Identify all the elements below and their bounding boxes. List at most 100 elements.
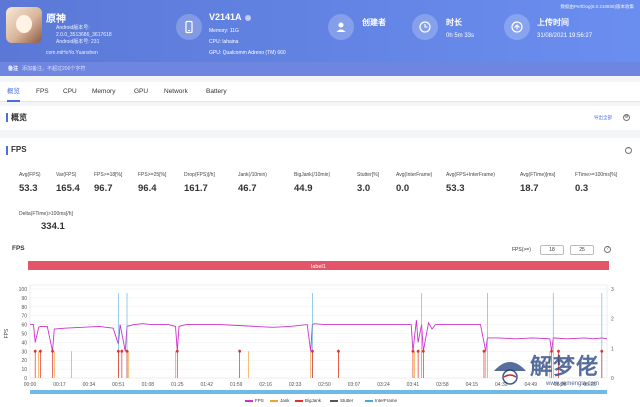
phone-icon: [176, 14, 202, 40]
metric-value: 44.9: [294, 183, 313, 194]
bigjank-point: [33, 349, 37, 353]
creator-label: 创建者: [362, 18, 386, 27]
metric-label: BigJank(/10min): [294, 172, 331, 178]
y-tick-label: 20: [21, 358, 27, 364]
x-tick-label: 04:15: [466, 382, 479, 388]
device-memory: Memory: 11G: [209, 28, 239, 34]
bigjank-point: [421, 349, 425, 353]
version-text: 数据由PerfDog(6.0.210836)版本收集: [560, 4, 634, 9]
legend-jank[interactable]: Jank: [270, 398, 290, 403]
section-marker: [6, 146, 8, 155]
x-tick-label: 00:00: [24, 382, 37, 388]
report-header: 原神 Android版本号: 2.0.0_3513686_3617618 And…: [0, 0, 640, 62]
info-icon[interactable]: [244, 14, 251, 21]
x-tick-label: 01:59: [230, 382, 243, 388]
game-info: Android版本号: 2.0.0_3513686_3617618 Androi…: [56, 25, 112, 46]
bigjank-point: [51, 349, 54, 353]
device-name-text: V2141A: [209, 12, 242, 22]
tab-cpu[interactable]: CPU: [63, 82, 77, 102]
legend-interframe[interactable]: InterFrame: [365, 398, 397, 403]
note-bar[interactable]: 备注 添加备注，不超过200个字符: [0, 62, 640, 76]
fps-section-title: FPS: [11, 145, 27, 154]
game-icon: [6, 7, 42, 43]
game-info-line: Android版本号: 231: [56, 39, 100, 45]
x-tick-label: 01:08: [142, 382, 155, 388]
device-gpu: GPU: Qualcomm Adreno (TM) 660: [209, 50, 286, 56]
x-tick-label: 00:34: [83, 382, 96, 388]
legend-bigjank[interactable]: BigJank: [295, 398, 321, 403]
y-tick-label: 10: [21, 367, 27, 373]
x-tick-label: 03:24: [377, 382, 390, 388]
legend-fps[interactable]: FPS: [245, 398, 264, 403]
legend-jank-label: Jank: [280, 398, 290, 403]
tab-bar: 概览 FPS CPU Memory GPU Network Battery: [0, 82, 640, 102]
collapse-icon[interactable]: ⌃: [625, 147, 632, 154]
y-tick-label: 30: [21, 349, 27, 355]
x-tick-label: 00:17: [53, 382, 66, 388]
watermark: 解梦佬 www.jiemengla.com: [494, 347, 636, 403]
x-tick-label: 02:16: [259, 382, 272, 388]
legend-fps-label: FPS: [255, 398, 264, 403]
note-placeholder[interactable]: 添加备注，不超过200个字符: [22, 66, 85, 72]
legend-interframe-label: InterFrame: [375, 398, 398, 403]
y2-tick-label: 2: [611, 317, 614, 323]
tab-network[interactable]: Network: [164, 82, 188, 102]
device-cpu: CPU: lahaina: [209, 39, 239, 45]
fps-metric: BigJank(/10min) 44.9: [294, 172, 364, 194]
tab-gpu[interactable]: GPU: [134, 82, 148, 102]
bigjank-point: [38, 349, 42, 353]
tab-overview[interactable]: 概览: [7, 82, 20, 102]
overview-title: 概览: [11, 113, 27, 122]
x-tick-label: 02:33: [289, 382, 302, 388]
metric-label: Avg(FPS+InterFrame): [446, 172, 495, 178]
y-axis-label: FPS: [4, 328, 10, 338]
package-name: com.miHoYo.Yuanshen: [46, 50, 98, 56]
legend-stutter[interactable]: Stutter: [330, 398, 353, 403]
x-tick-label: 02:50: [318, 382, 331, 388]
settings-icon[interactable]: ⚙: [623, 114, 630, 121]
tab-fps[interactable]: FPS: [36, 82, 49, 102]
bigjank-point: [175, 349, 179, 353]
tab-memory[interactable]: Memory: [92, 82, 115, 102]
bigjank-point: [120, 349, 124, 353]
y-tick-label: 40: [21, 340, 27, 346]
label-bar-text: label1: [311, 264, 326, 270]
y-tick-label: 100: [19, 287, 28, 293]
duration-value: 0h 5m 33s: [446, 33, 475, 39]
metric-value: 0.3: [575, 183, 589, 194]
upload-label: 上传时间: [537, 18, 569, 27]
x-tick-label: 03:07: [348, 382, 361, 388]
metric-value: 334.1: [41, 221, 65, 232]
note-label: 备注: [8, 66, 19, 72]
tab-battery[interactable]: Battery: [206, 82, 227, 102]
bigjank-point: [116, 349, 120, 353]
export-all-button[interactable]: 导出全部: [594, 115, 612, 121]
watermark-url: www.jiemengla.com: [546, 381, 600, 387]
y-tick-label: 90: [21, 296, 27, 302]
device-name: V2141A: [209, 12, 251, 22]
fps-metric: Delta(FTime)>100ms[/h] 334.1: [19, 211, 109, 232]
metric-label: FTime>=100ms[%]: [575, 172, 618, 178]
y-tick-label: 80: [21, 305, 27, 311]
x-tick-label: 03:58: [436, 382, 449, 388]
metric-label: Delta(FTime)>100ms[/h]: [19, 211, 73, 217]
y2-tick-label: 3: [611, 287, 614, 293]
watermark-logo-icon: [494, 362, 526, 385]
fps-metric: FTime>=100ms[%] 0.3: [575, 172, 640, 194]
game-info-line: 2.0.0_3513686_3617618: [56, 32, 112, 38]
legend-stutter-label: Stutter: [340, 398, 354, 403]
game-info-line: Android版本号:: [56, 25, 90, 31]
legend-bigjank-label: BigJank: [305, 398, 322, 403]
bigjank-point: [337, 349, 340, 353]
x-tick-label: 01:42: [200, 382, 213, 388]
upload-time-icon: [504, 14, 530, 40]
x-tick-label: 00:51: [112, 382, 125, 388]
overview-panel: 概览 导出全部 ⚙: [0, 106, 640, 130]
y-tick-label: 50: [21, 332, 27, 338]
section-marker: [6, 113, 8, 122]
duration-label: 时长: [446, 18, 462, 27]
perfdog-report: 原神 Android版本号: 2.0.0_3513686_3617618 And…: [0, 0, 640, 407]
user-icon: [328, 14, 354, 40]
bigjank-point: [411, 349, 415, 353]
bigjank-point: [311, 349, 314, 353]
